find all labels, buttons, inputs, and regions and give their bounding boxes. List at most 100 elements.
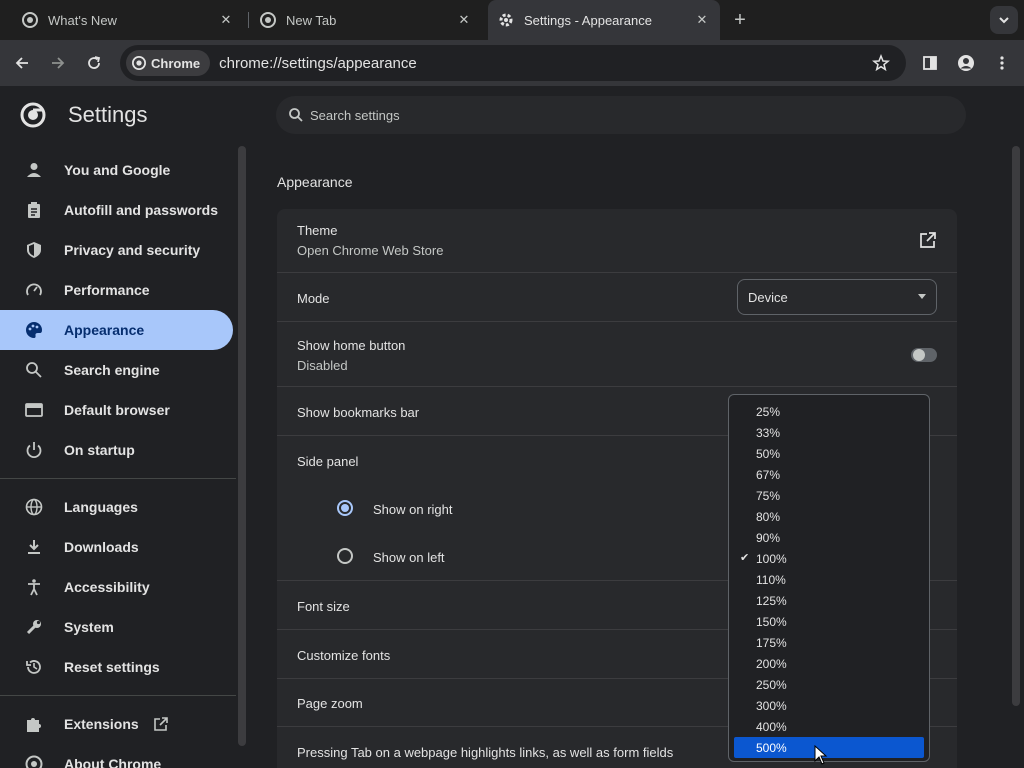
shield-icon: [24, 240, 44, 260]
zoom-option[interactable]: 175%: [734, 632, 924, 653]
zoom-option[interactable]: 400%: [734, 716, 924, 737]
reload-button[interactable]: [80, 49, 108, 77]
zoom-option[interactable]: 67%: [734, 464, 924, 485]
side-panel-button[interactable]: [916, 49, 944, 77]
zoom-option[interactable]: 25%: [734, 401, 924, 422]
mode-select[interactable]: Device: [737, 279, 937, 315]
puzzle-icon: [24, 714, 44, 734]
tab-strip: What's New ✕ New Tab ✕ Settings - Appear…: [0, 0, 1024, 40]
sidebar-item-label: Downloads: [64, 539, 139, 555]
zoom-option[interactable]: 300%: [734, 695, 924, 716]
zoom-option-checked[interactable]: ✔ 100%: [734, 548, 924, 569]
sidebar-item-system[interactable]: System: [0, 607, 233, 647]
zoom-option[interactable]: 75%: [734, 485, 924, 506]
zoom-option-label: 200%: [756, 656, 787, 671]
sidebar-item-label: Languages: [64, 499, 138, 515]
open-in-new-icon: [153, 716, 169, 732]
sidebar-item-default-browser[interactable]: Default browser: [0, 390, 233, 430]
open-in-new-icon[interactable]: [919, 231, 937, 254]
sidebar-item-search-engine[interactable]: Search engine: [0, 350, 233, 390]
address-bar[interactable]: Chrome chrome://settings/appearance: [120, 45, 906, 81]
download-icon: [24, 537, 44, 557]
home-button-toggle[interactable]: [911, 348, 937, 362]
tab-settings-appearance[interactable]: Settings - Appearance ✕: [488, 0, 720, 40]
zoom-option[interactable]: 80%: [734, 506, 924, 527]
sidebar-item-label: Autofill and passwords: [64, 202, 219, 218]
zoom-option[interactable]: 200%: [734, 653, 924, 674]
radio-show-on-right[interactable]: [337, 500, 353, 516]
sidebar-item-privacy[interactable]: Privacy and security: [0, 230, 233, 270]
sidebar-item-on-startup[interactable]: On startup: [0, 430, 233, 470]
page-zoom-label: Page zoom: [297, 696, 363, 711]
tab-whats-new[interactable]: What's New ✕: [12, 4, 244, 36]
tab-search-button[interactable]: [990, 6, 1018, 34]
bookmark-star-button[interactable]: [872, 53, 890, 77]
sidebar-item-performance[interactable]: Performance: [0, 270, 233, 310]
search-icon: [24, 360, 44, 380]
sidebar-divider: [0, 695, 236, 696]
search-icon: [289, 108, 303, 122]
radio-show-on-left[interactable]: [337, 548, 353, 564]
side-panel-icon: [923, 56, 937, 70]
section-title: Appearance: [277, 174, 353, 190]
close-icon[interactable]: ✕: [218, 12, 234, 28]
profile-button[interactable]: [952, 49, 980, 77]
zoom-option-label: 100%: [756, 551, 787, 566]
forward-button[interactable]: [44, 49, 72, 77]
sidebar-item-label: On startup: [64, 442, 135, 458]
site-info-chip[interactable]: Chrome: [126, 50, 211, 76]
home-button-row[interactable]: Show home button Disabled: [277, 321, 957, 386]
sidebar-item-reset-settings[interactable]: Reset settings: [0, 647, 233, 687]
sidebar-item-label: Performance: [64, 282, 150, 298]
zoom-option[interactable]: 125%: [734, 590, 924, 611]
sidebar-item-label: Extensions: [64, 716, 139, 732]
tab-title: New Tab: [286, 12, 337, 28]
sidebar-item-downloads[interactable]: Downloads: [0, 527, 233, 567]
toolbar: Chrome chrome://settings/appearance: [0, 40, 1024, 86]
sidebar-item-label: Appearance: [64, 322, 145, 338]
reload-icon: [88, 56, 101, 69]
sidebar-item-extensions[interactable]: Extensions: [0, 704, 233, 744]
back-button[interactable]: [8, 49, 36, 77]
main-scrollbar[interactable]: [1012, 146, 1020, 706]
star-icon: [872, 53, 890, 72]
sidebar-item-appearance[interactable]: Appearance: [0, 310, 233, 350]
menu-button[interactable]: [988, 49, 1016, 77]
sidebar-scrollbar[interactable]: [238, 146, 246, 746]
zoom-option[interactable]: 250%: [734, 674, 924, 695]
search-input[interactable]: [310, 107, 910, 123]
zoom-option-highlighted[interactable]: 500%: [734, 737, 924, 758]
theme-row[interactable]: Theme Open Chrome Web Store: [277, 209, 957, 272]
zoom-option-label: 67%: [756, 467, 781, 482]
zoom-option-label: 250%: [756, 677, 787, 692]
sidebar-item-label: Privacy and security: [64, 242, 201, 258]
tab-new-tab[interactable]: New Tab ✕: [250, 4, 482, 36]
sidebar-item-accessibility[interactable]: Accessibility: [0, 567, 233, 607]
sidebar-item-languages[interactable]: Languages: [0, 487, 233, 527]
zoom-option[interactable]: 110%: [734, 569, 924, 590]
close-icon[interactable]: ✕: [694, 12, 710, 28]
sidebar-item-autofill[interactable]: Autofill and passwords: [0, 190, 233, 230]
zoom-option[interactable]: 50%: [734, 443, 924, 464]
search-bar[interactable]: [276, 96, 966, 134]
tab-title: Settings - Appearance: [524, 12, 652, 28]
zoom-option[interactable]: 90%: [734, 527, 924, 548]
chevron-down-icon: [999, 17, 1009, 24]
mode-value: Device: [748, 289, 788, 305]
zoom-option[interactable]: 33%: [734, 422, 924, 443]
home-button-sub: Disabled: [297, 358, 348, 373]
url-text[interactable]: chrome://settings/appearance: [219, 55, 417, 72]
mouse-cursor-icon: [814, 745, 828, 765]
arrow-right-icon: [52, 57, 65, 69]
avatar-icon: [958, 55, 974, 71]
mode-row: Mode Device: [277, 272, 957, 321]
close-icon[interactable]: ✕: [456, 12, 472, 28]
sidebar-item-you-and-google[interactable]: You and Google: [0, 150, 233, 190]
zoom-option[interactable]: 150%: [734, 611, 924, 632]
home-button-label: Show home button: [297, 338, 406, 353]
power-icon: [24, 440, 44, 460]
page-zoom-dropdown[interactable]: 25% 33% 50% 67% 75% 80% 90% ✔ 100% 110% 1…: [728, 394, 930, 762]
sidebar-item-about-chrome[interactable]: About Chrome: [0, 744, 233, 768]
arrow-left-icon: [15, 57, 28, 69]
new-tab-button[interactable]: +: [728, 8, 752, 32]
